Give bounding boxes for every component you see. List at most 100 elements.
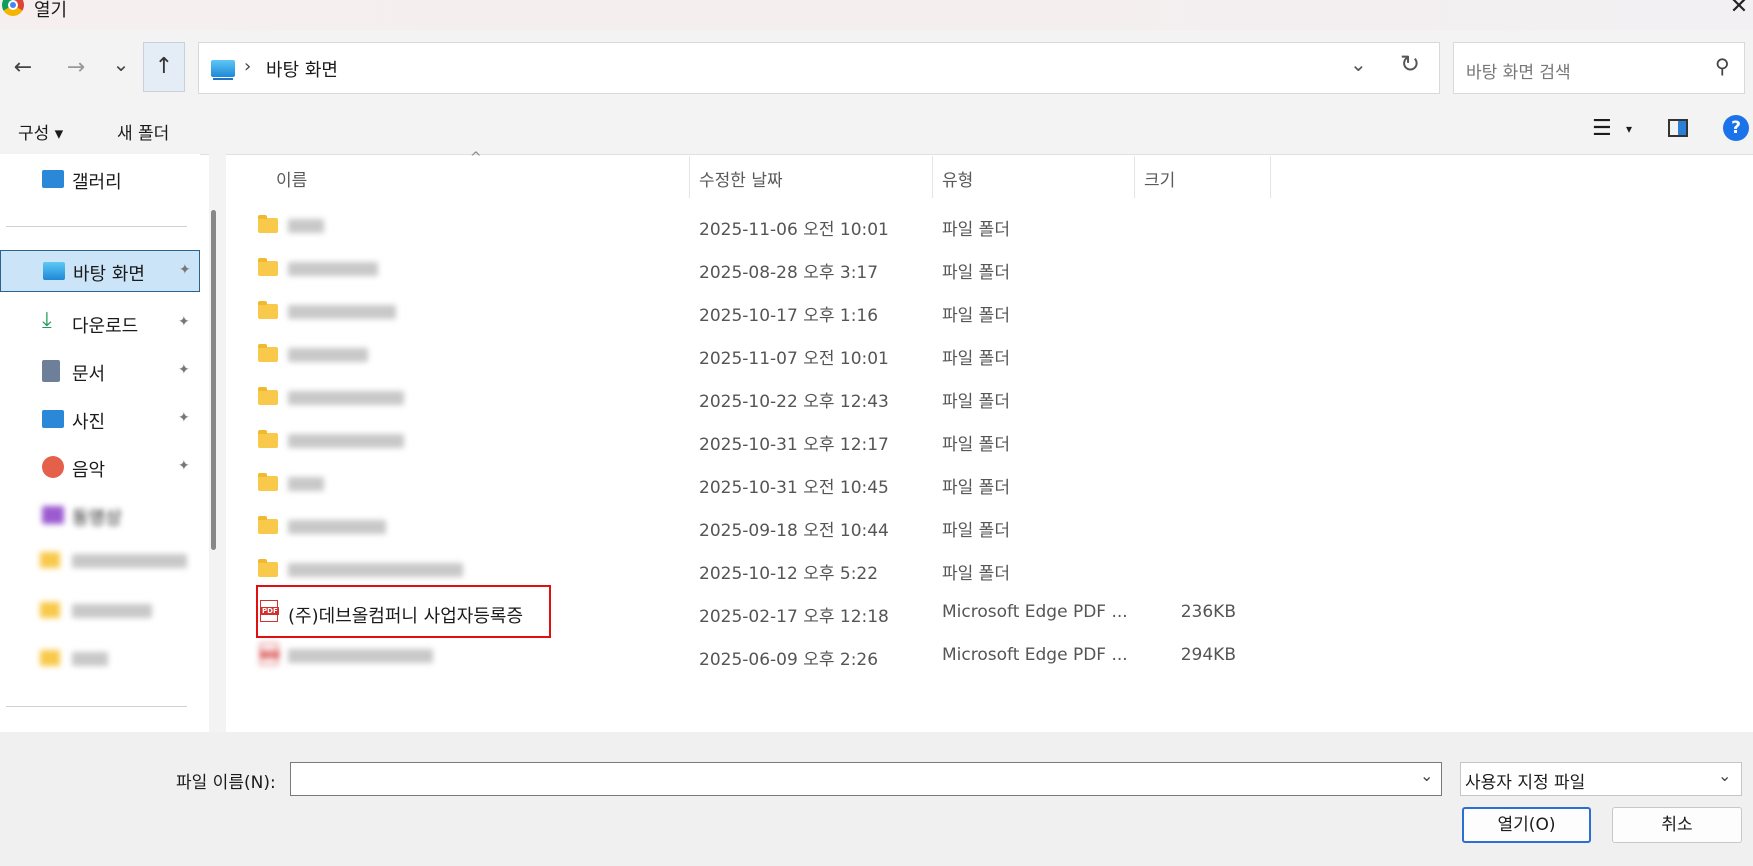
breadcrumb-separator[interactable]: › (244, 56, 251, 77)
redacted-label (72, 652, 108, 666)
file-type: 파일 폴더 (942, 349, 1010, 369)
file-type: Microsoft Edge PDF ... (942, 602, 1128, 622)
sidebar-item-gallery[interactable]: 갤러리 (0, 158, 200, 200)
redacted-name (288, 391, 404, 405)
sidebar-item-music[interactable]: 음악 ✦ (0, 446, 200, 488)
table-row[interactable]: 2025-06-09 오후 2:26 Microsoft Edge PDF ..… (226, 635, 1753, 678)
new-folder-button[interactable]: 새 폴더 (117, 119, 169, 144)
cancel-button[interactable]: 취소 (1612, 807, 1742, 843)
folder-icon (258, 344, 278, 362)
redacted-name (288, 219, 324, 233)
recent-locations-button[interactable]: ⌄ (103, 46, 139, 82)
table-row[interactable]: 2025-08-28 오후 3:17 파일 폴더 (226, 248, 1753, 291)
modified-date: 2025-10-31 오후 12:17 (699, 435, 889, 455)
redacted-label (72, 604, 152, 618)
file-type: 파일 폴더 (942, 435, 1010, 455)
table-row[interactable]: 2025-10-22 오후 12:43 파일 폴더 (226, 377, 1753, 420)
organize-button[interactable]: 구성 ▾ (18, 119, 63, 144)
column-header-type[interactable]: 유형 (942, 166, 973, 191)
filetype-selected: 사용자 지정 파일 (1465, 773, 1586, 793)
table-row[interactable]: 2025-10-31 오후 12:17 파일 폴더 (226, 420, 1753, 463)
back-button[interactable]: ← (5, 50, 41, 86)
view-options-icon[interactable]: ☰ (1592, 116, 1612, 141)
video-icon (42, 506, 64, 524)
table-row[interactable]: 2025-11-06 오전 10:01 파일 폴더 (226, 205, 1753, 248)
search-placeholder: 바탕 화면 검색 (1466, 63, 1571, 83)
address-bar[interactable] (198, 42, 1440, 94)
chevron-down-icon[interactable]: ⌄ (1718, 766, 1731, 785)
sidebar-item-videos[interactable]: 동영상 (0, 494, 200, 536)
filename-label: 파일 이름(N): (176, 773, 276, 793)
scrollbar-thumb[interactable] (211, 210, 216, 550)
folder-icon[interactable] (40, 552, 60, 568)
folder-icon[interactable] (40, 650, 60, 666)
folder-icon (258, 559, 278, 577)
redacted-name (288, 434, 404, 448)
folder-icon[interactable] (40, 602, 60, 618)
sidebar-item-pictures[interactable]: 사진 ✦ (0, 398, 200, 440)
column-header-size[interactable]: 크기 (1144, 166, 1175, 191)
modified-date: 2025-02-17 오후 12:18 (699, 607, 889, 627)
redacted-name (288, 477, 324, 491)
refresh-icon[interactable]: ↻ (1400, 50, 1420, 78)
file-size: 294KB (1180, 645, 1236, 665)
folder-icon (258, 301, 278, 319)
table-row[interactable]: 2025-10-17 오후 1:16 파일 폴더 (226, 291, 1753, 334)
sidebar-item-label: 다운로드 (72, 316, 139, 337)
dialog-footer (0, 732, 1753, 866)
pin-icon: ✦ (178, 458, 190, 474)
modified-date: 2025-10-17 오후 1:16 (699, 306, 879, 326)
chevron-down-icon[interactable]: ⌄ (1350, 52, 1367, 76)
sidebar-item-label: 사진 (72, 412, 106, 433)
redacted-name (288, 520, 386, 534)
pin-icon: ✦ (179, 262, 191, 278)
pin-icon: ✦ (178, 314, 190, 330)
sidebar-item-documents[interactable]: 문서 ✦ (0, 350, 200, 392)
sidebar-item-desktop[interactable]: 바탕 화면 ✦ (0, 250, 200, 292)
modified-date: 2025-08-28 오후 3:17 (699, 263, 879, 283)
redacted-label (72, 554, 187, 568)
sidebar-item-downloads[interactable]: ⤓ 다운로드 ✦ (0, 302, 200, 344)
preview-pane-icon[interactable] (1668, 119, 1688, 137)
folder-icon (258, 516, 278, 534)
redacted-name (288, 262, 378, 276)
filename-input[interactable] (290, 762, 1442, 796)
file-type: 파일 폴더 (942, 564, 1010, 584)
desktop-icon (211, 60, 235, 80)
desktop-icon (43, 262, 65, 280)
modified-date: 2025-10-31 오전 10:45 (699, 478, 889, 498)
file-type: 파일 폴더 (942, 392, 1010, 412)
view-dropdown-icon[interactable]: ▾ (1626, 122, 1632, 136)
chevron-down-icon[interactable]: ⌄ (1420, 766, 1433, 785)
sidebar-item-label: 바탕 화면 (73, 264, 145, 285)
window-title: 열기 (34, 0, 68, 21)
file-type: 파일 폴더 (942, 220, 1010, 240)
open-button[interactable]: 열기(O) (1462, 807, 1591, 843)
table-row[interactable]: 2025-09-18 오전 10:44 파일 폴더 (226, 506, 1753, 549)
close-button[interactable]: ✕ (1726, 0, 1752, 20)
modified-date: 2025-09-18 오전 10:44 (699, 521, 889, 541)
forward-button[interactable]: → (58, 50, 94, 86)
modified-date: 2025-11-07 오전 10:01 (699, 349, 889, 369)
column-header-name[interactable]: 이름 (276, 166, 307, 191)
column-divider[interactable] (932, 156, 933, 198)
column-header-modified[interactable]: 수정한 날짜 (699, 166, 783, 191)
breadcrumb-location[interactable]: 바탕 화면 (266, 56, 338, 82)
table-row[interactable]: 2025-11-07 오전 10:01 파일 폴더 (226, 334, 1753, 377)
title-bar (0, 0, 1753, 30)
sidebar-item-label: 동영상 (72, 508, 122, 529)
up-button[interactable]: ↑ (143, 42, 185, 92)
pdf-icon (260, 643, 279, 665)
table-row[interactable]: 2025-10-31 오전 10:45 파일 폴더 (226, 463, 1753, 506)
help-icon[interactable]: ? (1723, 115, 1749, 141)
column-divider[interactable] (1270, 156, 1271, 198)
search-icon[interactable]: ⚲ (1715, 54, 1730, 78)
navigation-pane (0, 154, 200, 732)
redacted-name (288, 563, 463, 577)
folder-icon (258, 215, 278, 233)
redacted-name (288, 649, 433, 663)
column-divider[interactable] (1134, 156, 1135, 198)
folder-icon (258, 473, 278, 491)
folder-icon (258, 258, 278, 276)
column-divider[interactable] (689, 156, 690, 198)
